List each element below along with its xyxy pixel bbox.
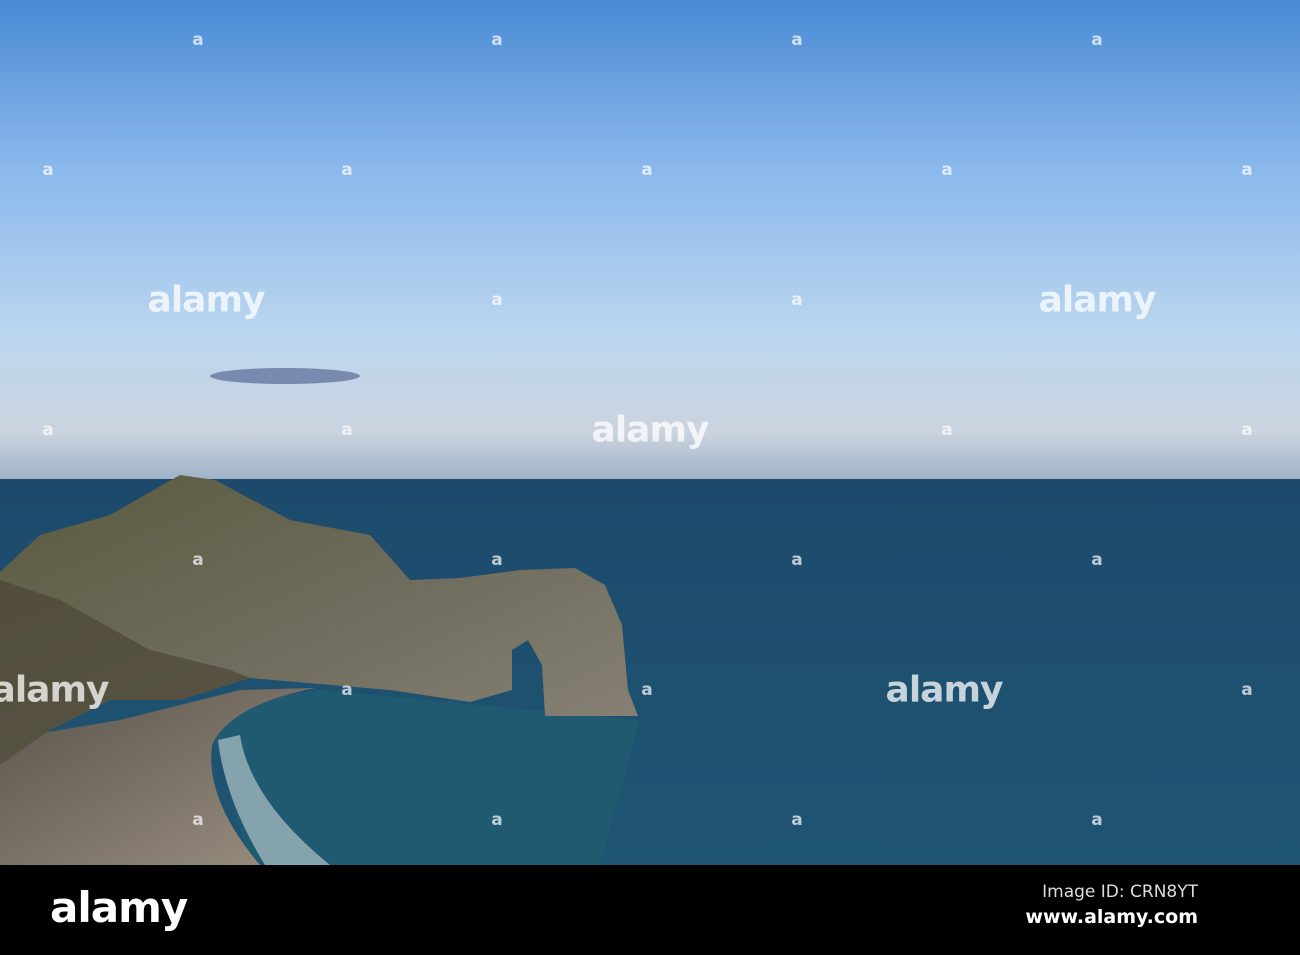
watermark-mark: a	[491, 810, 503, 830]
stock-photo: alamy alamy alamy alamy alamy a a a a a …	[0, 0, 1300, 955]
watermark-mark: a	[791, 810, 803, 830]
cloud	[210, 368, 360, 384]
footer-logo: alamy	[50, 883, 188, 932]
watermark-mark: a	[42, 160, 54, 180]
site-link[interactable]: www.alamy.com	[1025, 906, 1198, 928]
watermark-logo: alamy	[0, 669, 109, 711]
watermark-mark: a	[341, 680, 353, 700]
watermark-logo: alamy	[885, 669, 1004, 711]
watermark-mark: a	[641, 160, 653, 180]
watermark-mark: a	[1091, 30, 1103, 50]
watermark-logo: alamy	[147, 279, 266, 321]
watermark-mark: a	[491, 290, 503, 310]
watermark-mark: a	[791, 30, 803, 50]
watermark-mark: a	[341, 160, 353, 180]
watermark-logo: alamy	[591, 409, 710, 451]
image-id: Image ID: CRN8YT	[1042, 882, 1198, 902]
watermark-mark: a	[192, 30, 204, 50]
watermark-mark: a	[1241, 160, 1253, 180]
watermark-mark: a	[641, 680, 653, 700]
watermark-mark: a	[491, 550, 503, 570]
watermark-mark: a	[791, 290, 803, 310]
watermark-mark: a	[791, 550, 803, 570]
watermark-mark: a	[1241, 680, 1253, 700]
watermark-mark: a	[42, 420, 54, 440]
watermark-mark: a	[941, 420, 953, 440]
watermark-mark: a	[491, 30, 503, 50]
sky	[0, 0, 1300, 480]
watermark-mark: a	[341, 420, 353, 440]
footer-bar: alamy Image ID: CRN8YT www.alamy.com	[0, 865, 1300, 955]
watermark-mark: a	[1091, 810, 1103, 830]
watermark-mark: a	[1091, 550, 1103, 570]
watermark-logo: alamy	[1038, 279, 1157, 321]
watermark-mark: a	[1241, 420, 1253, 440]
watermark-mark: a	[192, 810, 204, 830]
watermark-mark: a	[192, 550, 204, 570]
watermark-mark: a	[941, 160, 953, 180]
